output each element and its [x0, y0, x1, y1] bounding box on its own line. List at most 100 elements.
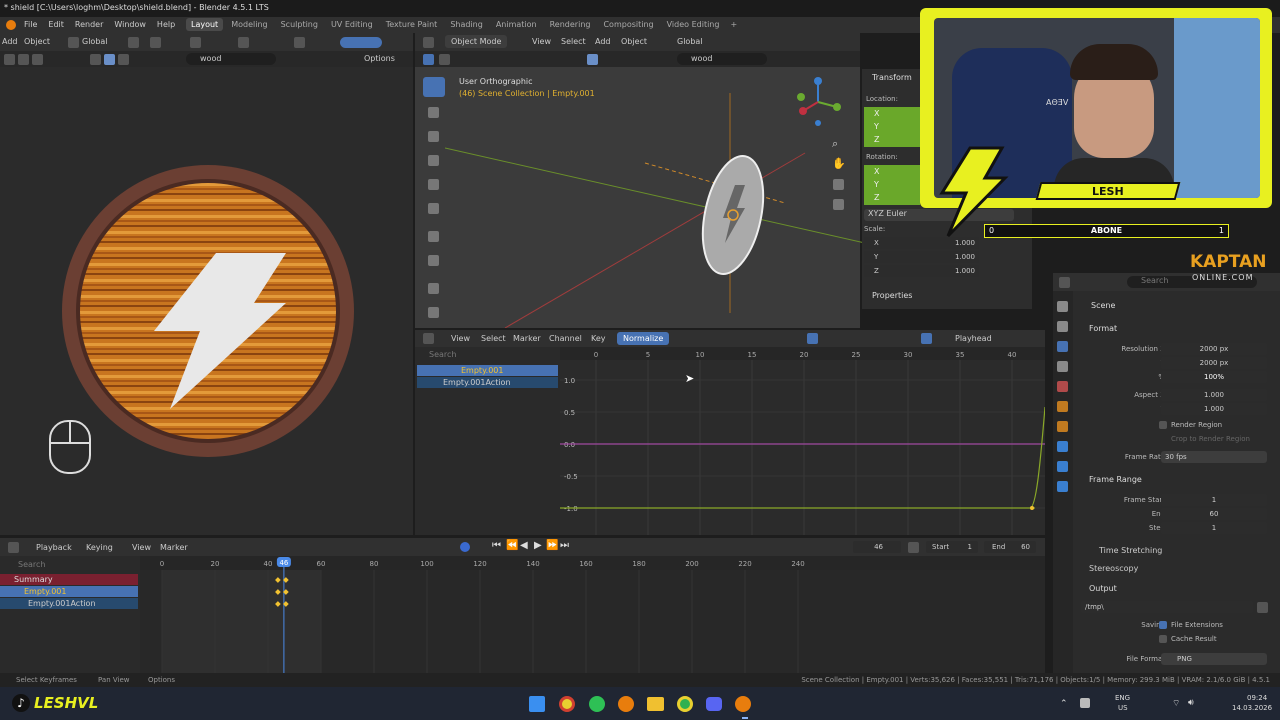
scale-y-field[interactable]: Y 1.000 — [864, 251, 979, 263]
image-global-dropdown[interactable]: Global — [82, 37, 108, 46]
render-region-checkbox[interactable] — [1159, 421, 1167, 429]
shading-buttons[interactable] — [340, 37, 382, 48]
graph-editor-type-icon[interactable] — [423, 333, 434, 344]
rotation-fields[interactable]: X Y Z — [864, 165, 920, 205]
graph-search-input[interactable]: Search — [429, 350, 456, 359]
viewport-box-icon[interactable] — [439, 54, 450, 65]
graph-channel-object[interactable]: Empty.001 — [417, 365, 558, 376]
end-frame-field[interactable]: End 60 — [984, 541, 1036, 553]
move-tool-icon[interactable] — [428, 131, 439, 142]
rotate-tool-icon[interactable] — [428, 155, 439, 166]
scale-z-field[interactable]: Z 1.000 — [864, 265, 979, 277]
timeline-search-input[interactable]: Search — [18, 560, 45, 569]
timeline-view-menu[interactable]: View — [132, 543, 151, 552]
object-tab-icon[interactable] — [1057, 421, 1068, 432]
viewport-search-input[interactable]: wood — [677, 53, 767, 65]
location-fields[interactable]: X Y Z — [864, 107, 920, 147]
annotate-tool-icon[interactable] — [428, 231, 439, 242]
tab-shading[interactable]: Shading — [445, 18, 488, 31]
aspect-y-field[interactable]: 1.000 — [1161, 403, 1267, 415]
play-icon[interactable]: ▶ — [534, 540, 542, 551]
tray-app-icon[interactable] — [1080, 698, 1090, 708]
view-layer-tab-icon[interactable] — [1057, 361, 1068, 372]
image-search-input[interactable]: wood — [186, 53, 276, 65]
language-indicator[interactable]: ENG — [1115, 694, 1130, 702]
select-mode-icon[interactable] — [4, 54, 15, 65]
transform-tool-icon[interactable] — [428, 203, 439, 214]
render-icon[interactable] — [118, 54, 129, 65]
only-selected-icon[interactable] — [807, 333, 818, 344]
pivot-icon[interactable] — [128, 37, 139, 48]
format-panel-header[interactable]: Format — [1089, 324, 1117, 333]
blender-active-icon[interactable] — [735, 696, 751, 712]
folder-icon[interactable] — [1257, 602, 1268, 613]
image-options-button[interactable]: Options — [364, 54, 395, 63]
scene-tab-icon[interactable] — [1057, 381, 1068, 392]
next-key-icon[interactable]: ⏩ — [546, 540, 558, 551]
aspect-x-field[interactable]: 1.000 — [1161, 389, 1267, 401]
time-stretching-header[interactable]: Time Stretching — [1099, 546, 1162, 555]
render-tab-icon[interactable] — [1057, 321, 1068, 332]
frame-end-field[interactable]: 60 — [1161, 508, 1267, 520]
playback-menu[interactable]: Playback — [36, 543, 72, 552]
blender-logo-icon[interactable] — [6, 20, 16, 30]
playhead-dropdown[interactable]: Playhead — [955, 334, 992, 343]
jump-start-icon[interactable]: ⏮ — [492, 540, 501, 551]
data-tab-icon[interactable] — [1057, 481, 1068, 492]
timeline-editor-icon[interactable] — [8, 542, 19, 553]
image-add-menu[interactable]: Add — [2, 37, 18, 46]
zoom-icon[interactable]: ⌕ — [832, 137, 838, 151]
filter-icon[interactable] — [90, 54, 101, 65]
graph-channel-menu[interactable]: Channel — [549, 334, 582, 343]
camera-view-icon[interactable] — [833, 179, 844, 190]
current-frame-field[interactable]: 46 — [853, 541, 901, 553]
normalize-toggle[interactable]: Normalize — [617, 332, 670, 345]
tab-layout[interactable]: Layout — [186, 18, 224, 31]
output-path-field[interactable]: /tmp\ — [1081, 601, 1253, 613]
overlay-icon[interactable] — [294, 37, 305, 48]
summary-channel[interactable]: Summary — [0, 574, 138, 585]
visibility-icon[interactable] — [104, 54, 115, 65]
output-header[interactable]: Output — [1089, 584, 1117, 593]
start-frame-field[interactable]: Start 1 — [926, 541, 978, 553]
graph-key-menu[interactable]: Key — [591, 334, 606, 343]
graph-marker-menu[interactable]: Marker — [513, 334, 541, 343]
graph-view-menu[interactable]: View — [451, 334, 470, 343]
world-tab-icon[interactable] — [1057, 401, 1068, 412]
timeline-channel-action[interactable]: Empty.001Action — [0, 598, 138, 609]
image-object-menu[interactable]: Object — [24, 37, 50, 46]
tab-texture-paint[interactable]: Texture Paint — [381, 18, 443, 31]
tab-animation[interactable]: Animation — [491, 18, 542, 31]
graph-channel-action[interactable]: Empty.001Action — [417, 377, 558, 388]
volume-icon[interactable]: 🔊︎ — [1188, 698, 1194, 708]
measure-tool-icon[interactable] — [428, 255, 439, 266]
pan-hand-icon[interactable]: ✋ — [832, 157, 846, 170]
timeline-marker-menu[interactable]: Marker — [160, 543, 188, 552]
tool-tab-icon[interactable] — [1057, 301, 1068, 312]
frame-start-field[interactable]: 1 — [1161, 494, 1267, 506]
add-object-tool-icon[interactable] — [428, 307, 439, 318]
viewport-select-icon[interactable] — [423, 54, 434, 65]
timeline-channel-object[interactable]: Empty.001 — [0, 586, 138, 597]
scale-x-field[interactable]: X 1.000 — [864, 237, 979, 249]
chrome-alt-icon[interactable] — [677, 696, 693, 712]
clock-icon[interactable] — [908, 542, 919, 553]
viewport-add-menu[interactable]: Add — [595, 37, 611, 46]
select-tool-icon[interactable] — [423, 77, 445, 97]
frame-range-header[interactable]: Frame Range — [1089, 475, 1142, 484]
play-reverse-icon[interactable]: ◀ — [520, 540, 528, 551]
3d-viewport[interactable]: Object Mode View Select Add Object Globa… — [415, 33, 1032, 328]
properties-subpanel[interactable]: Properties — [872, 291, 912, 300]
resolution-x-field[interactable]: 2000 px — [1161, 343, 1267, 355]
transform-orientation-icon[interactable] — [68, 37, 79, 48]
properties-editor-icon[interactable] — [1059, 277, 1070, 288]
add-cube-tool-icon[interactable] — [428, 283, 439, 294]
menu-help[interactable]: Help — [157, 20, 175, 29]
frame-step-field[interactable]: 1 — [1161, 522, 1267, 534]
select-box-icon[interactable] — [18, 54, 29, 65]
tab-sculpting[interactable]: Sculpting — [276, 18, 323, 31]
output-tab-icon[interactable] — [1057, 341, 1068, 352]
viewport-visibility-icon[interactable] — [587, 54, 598, 65]
cursor-tool-icon[interactable] — [428, 107, 439, 118]
menu-file[interactable]: File — [24, 20, 37, 29]
